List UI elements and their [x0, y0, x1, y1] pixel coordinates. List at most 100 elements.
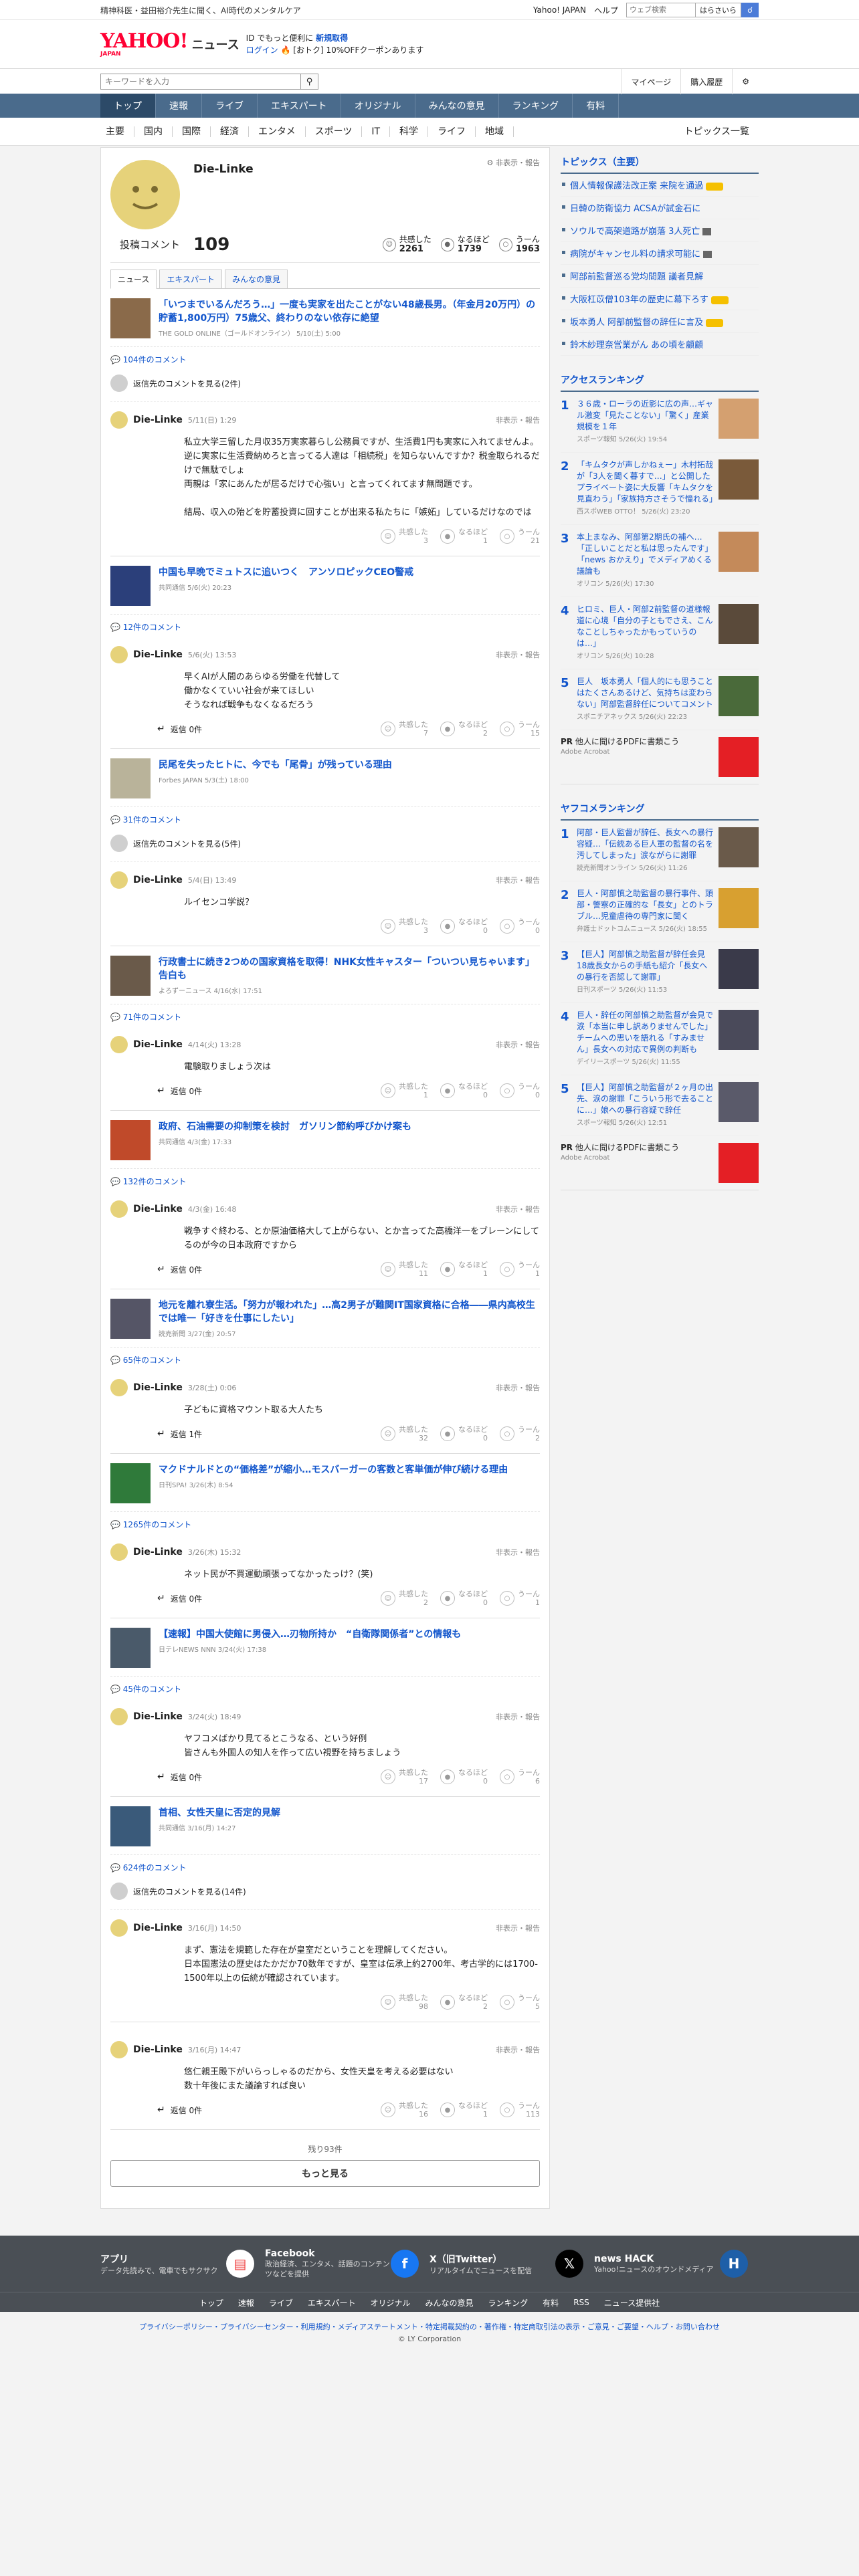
article-title[interactable]: 「いつまでいるんだろう…」一度も実家を出たことがない48歳長男。（年金月20万円… — [159, 298, 540, 325]
reaction-button[interactable]: ○ うーん 5 — [500, 1994, 540, 2011]
article-title[interactable]: 首相、女性天皇に否定的見解 — [159, 1806, 280, 1820]
gnav-item[interactable]: ランキング — [499, 94, 573, 118]
signup-link[interactable]: 新規取得 — [316, 33, 348, 43]
article-title[interactable]: 地元を離れ寮生活。「努力が報われた」…高2男子が難関IT国家資格に合格――県内高… — [159, 1299, 540, 1325]
reaction-button[interactable]: ☺ 共感した 2 — [381, 1590, 428, 1607]
gnav-item[interactable]: エキスパート — [258, 94, 341, 118]
yahoo-japan-link[interactable]: Yahoo! JAPAN — [533, 5, 586, 15]
comment-count-link[interactable]: 💬 71件のコメント — [110, 1004, 540, 1027]
promo-link[interactable]: 精神科医・益田裕介先生に聞く、AI時代のメンタルケア — [100, 5, 301, 16]
gnav-item[interactable]: ライブ — [202, 94, 258, 118]
snav-item[interactable]: 地域 — [476, 126, 514, 137]
reaction-button[interactable]: ○ うーん 1 — [500, 1590, 540, 1607]
tab-2[interactable]: みんなの意見 — [225, 270, 288, 288]
reply-button[interactable]: ↵ 返信 0件 — [157, 724, 202, 735]
footer-nav-item[interactable]: 速報 — [238, 2297, 254, 2309]
snav-item[interactable]: スポーツ — [306, 126, 363, 137]
report-link[interactable]: 非表示・報告 — [496, 1923, 540, 1933]
reaction-button[interactable]: ○ うーん 15 — [500, 720, 540, 738]
reaction-button[interactable]: ○ うーん 113 — [500, 2101, 540, 2119]
reaction-button[interactable]: ● なるほど 0 — [440, 1590, 488, 1607]
footer-links[interactable]: プライバシーポリシー・プライバシーセンター・利用規約・メディアステートメント・特… — [0, 2312, 859, 2335]
reply-button[interactable]: ↵ 返信 0件 — [157, 1772, 202, 1783]
reaction-button[interactable]: ☺ 共感した 98 — [381, 1994, 428, 2011]
footer-col[interactable]: X（旧Twitter） リアルタイムでニュースを配信 𝕏 — [430, 2250, 594, 2278]
report-link[interactable]: 非表示・報告 — [496, 1547, 540, 1558]
ranking-item[interactable]: 2 巨人・阿部慎之助監督の暴行事件、頭部・警察の正確的な「長女」とのトラブル…児童… — [561, 881, 759, 942]
help-link[interactable]: ヘルプ — [594, 5, 618, 16]
article-link[interactable]: マクドナルドとの“価格差”が縮小…モスバーガーの客数と客単価が伸び続ける理由 日刊… — [110, 1463, 540, 1512]
topic-item[interactable]: 大阪杠苡僧103年の歴史に幕下ろす — [561, 288, 759, 310]
gnav-item[interactable]: トップ — [100, 94, 156, 118]
ranking-item[interactable]: 3 本上まなみ、阿部第2期氏の補へ…「正しいことだと私は思ったんです」「news … — [561, 525, 759, 597]
search-icon[interactable]: ☌ — [741, 3, 759, 17]
report-link[interactable]: 非表示・報告 — [496, 1711, 540, 1722]
article-title[interactable]: 【速報】中国大使館に男侵入…刃物所持か “自衛隊関係者”との情報も — [159, 1628, 461, 1641]
reply-button[interactable]: ↵ 返信 0件 — [157, 1085, 202, 1097]
report-link[interactable]: 非表示・報告 — [496, 649, 540, 660]
topic-item[interactable]: 鈴木紗理奈営業がん あの頃を顧顧 — [561, 333, 759, 356]
tab-0[interactable]: ニュース — [110, 270, 157, 289]
reaction-button[interactable]: ● なるほど 1 — [440, 1261, 488, 1278]
topic-item[interactable]: ソウルで高架道路が崩落 3人死亡 — [561, 219, 759, 242]
comment-count-link[interactable]: 💬 31件のコメント — [110, 807, 540, 829]
report-link[interactable]: 非表示・報告 — [496, 1039, 540, 1050]
coupon-link[interactable]: [おトク] 10%OFFクーポンあります — [293, 45, 423, 55]
reaction-button[interactable]: ● なるほど 0 — [440, 918, 488, 935]
reaction-button[interactable]: ☺ 共感した 17 — [381, 1768, 428, 1786]
footer-nav-item[interactable]: 有料 — [543, 2297, 559, 2309]
comment-count-link[interactable]: 💬 12件のコメント — [110, 615, 540, 637]
reaction-button[interactable]: ○ うーん 0 — [500, 1082, 540, 1099]
pr-ad-2[interactable]: PR 他人に聞けるPDFに書類こう Adobe Acrobat — [561, 1136, 759, 1190]
reaction-button[interactable]: ○ うーん 2 — [500, 1425, 540, 1442]
gear-icon[interactable]: ⚙ — [732, 69, 759, 94]
footer-nav-item[interactable]: ランキング — [488, 2297, 529, 2309]
article-link[interactable]: 政府、石油需要の抑制策を検討 ガソリン節約呼びかけ案も 共同通信 4/3(金) 1… — [110, 1120, 540, 1169]
footer-col[interactable]: Facebook 政治経済、エンタメ、話題のコンテンツなどを提供 f — [265, 2248, 430, 2279]
topic-item[interactable]: 坂本勇人 阿部前監督の辞任に言及 — [561, 310, 759, 333]
topic-item[interactable]: 阿部前監督巡る党均問題 議者見解 — [561, 265, 759, 288]
gnav-item[interactable]: 速報 — [156, 94, 202, 118]
gnav-item[interactable]: みんなの意見 — [415, 94, 499, 118]
reaction-button[interactable]: ○ うーん 6 — [500, 1768, 540, 1786]
ranking-item[interactable]: 5 巨人 坂本勇人「個人的にも思うことはたくさんあるけど、気持ちは変わらない」阿部… — [561, 669, 759, 730]
gnav-item[interactable]: オリジナル — [341, 94, 415, 118]
ranking-item[interactable]: 2 「キムタクが声しかねぇー」木村拓哉が「3人を聞く暮すで…」と公開したプライベー… — [561, 453, 759, 525]
reaction-button[interactable]: ☺ 共感した 32 — [381, 1425, 428, 1442]
footer-nav-item[interactable]: エキスパート — [308, 2297, 356, 2309]
reaction-button[interactable]: ☺ 共感した 3 — [381, 528, 428, 545]
reaction-button[interactable]: ● なるほど 2 — [440, 1994, 488, 2011]
reaction-button[interactable]: ● なるほど 0 — [440, 1768, 488, 1786]
article-link[interactable]: 首相、女性天皇に否定的見解 共同通信 3/16(月) 14:27 — [110, 1806, 540, 1855]
reaction-button[interactable]: ☺ 共感した 16 — [381, 2101, 428, 2119]
snav-item[interactable]: 経済 — [211, 126, 249, 137]
reaction-button[interactable]: ● なるほど 1 — [440, 2101, 488, 2119]
reaction-button[interactable]: ○ うーん 0 — [500, 918, 540, 935]
parent-comment-link[interactable]: 返信先のコメントを見る(2件) — [110, 369, 540, 402]
reaction-button[interactable]: ○ うーん 21 — [500, 528, 540, 545]
comment-count-link[interactable]: 💬 624件のコメント — [110, 1855, 540, 1877]
article-title[interactable]: マクドナルドとの“価格差”が縮小…モスバーガーの客数と客単価が伸び続ける理由 — [159, 1463, 508, 1477]
reaction-button[interactable]: ☺ 共感した 3 — [381, 918, 428, 935]
article-link[interactable]: 中国も早晩でミュトスに追いつく アンソロピックCEO警戒 共同通信 5/6(火) … — [110, 566, 540, 615]
news-logo[interactable]: ニュース — [192, 35, 240, 53]
hide-report-link[interactable]: ⚙ 非表示・報告 — [487, 157, 540, 168]
reaction-button[interactable]: ☺ 共感した 1 — [381, 1082, 428, 1099]
ranking-item[interactable]: 4 巨人・辞任の阿部慎之助監督が会見で涙「本当に申し訳ありませんでした」チームへの… — [561, 1003, 759, 1075]
snav-item[interactable]: 国内 — [134, 126, 173, 137]
snav-item[interactable]: ライフ — [428, 126, 476, 137]
news-search-input[interactable] — [100, 74, 301, 90]
reaction-button[interactable]: ● なるほど 0 — [440, 1082, 488, 1099]
footer-nav-item[interactable]: RSS — [573, 2298, 589, 2307]
ranking-item[interactable]: 3 【巨人】阿部慎之助監督が辞任会見 18歳長女からの手紙も紹介「長女への暴行を否… — [561, 942, 759, 1003]
snav-item[interactable]: 科学 — [390, 126, 429, 137]
reply-button[interactable]: ↵ 返信 1件 — [157, 1428, 202, 1440]
history-link[interactable]: 購入履歴 — [680, 69, 732, 94]
article-title[interactable]: 政府、石油需要の抑制策を検討 ガソリン節約呼びかけ案も — [159, 1120, 411, 1134]
ranking-item[interactable]: 1 ３６歳・ローラの近影に広の声…ギャル激変「見たことない」「驚く」産業規模を１年… — [561, 392, 759, 453]
report-link[interactable]: 非表示・報告 — [496, 875, 540, 885]
topic-item[interactable]: 個人情報保護法改正案 来院を通過 — [561, 174, 759, 197]
reaction-button[interactable]: ● なるほど 2 — [440, 720, 488, 738]
reaction-button[interactable]: ● なるほど 1 — [440, 528, 488, 545]
report-link[interactable]: 非表示・報告 — [496, 1382, 540, 1393]
